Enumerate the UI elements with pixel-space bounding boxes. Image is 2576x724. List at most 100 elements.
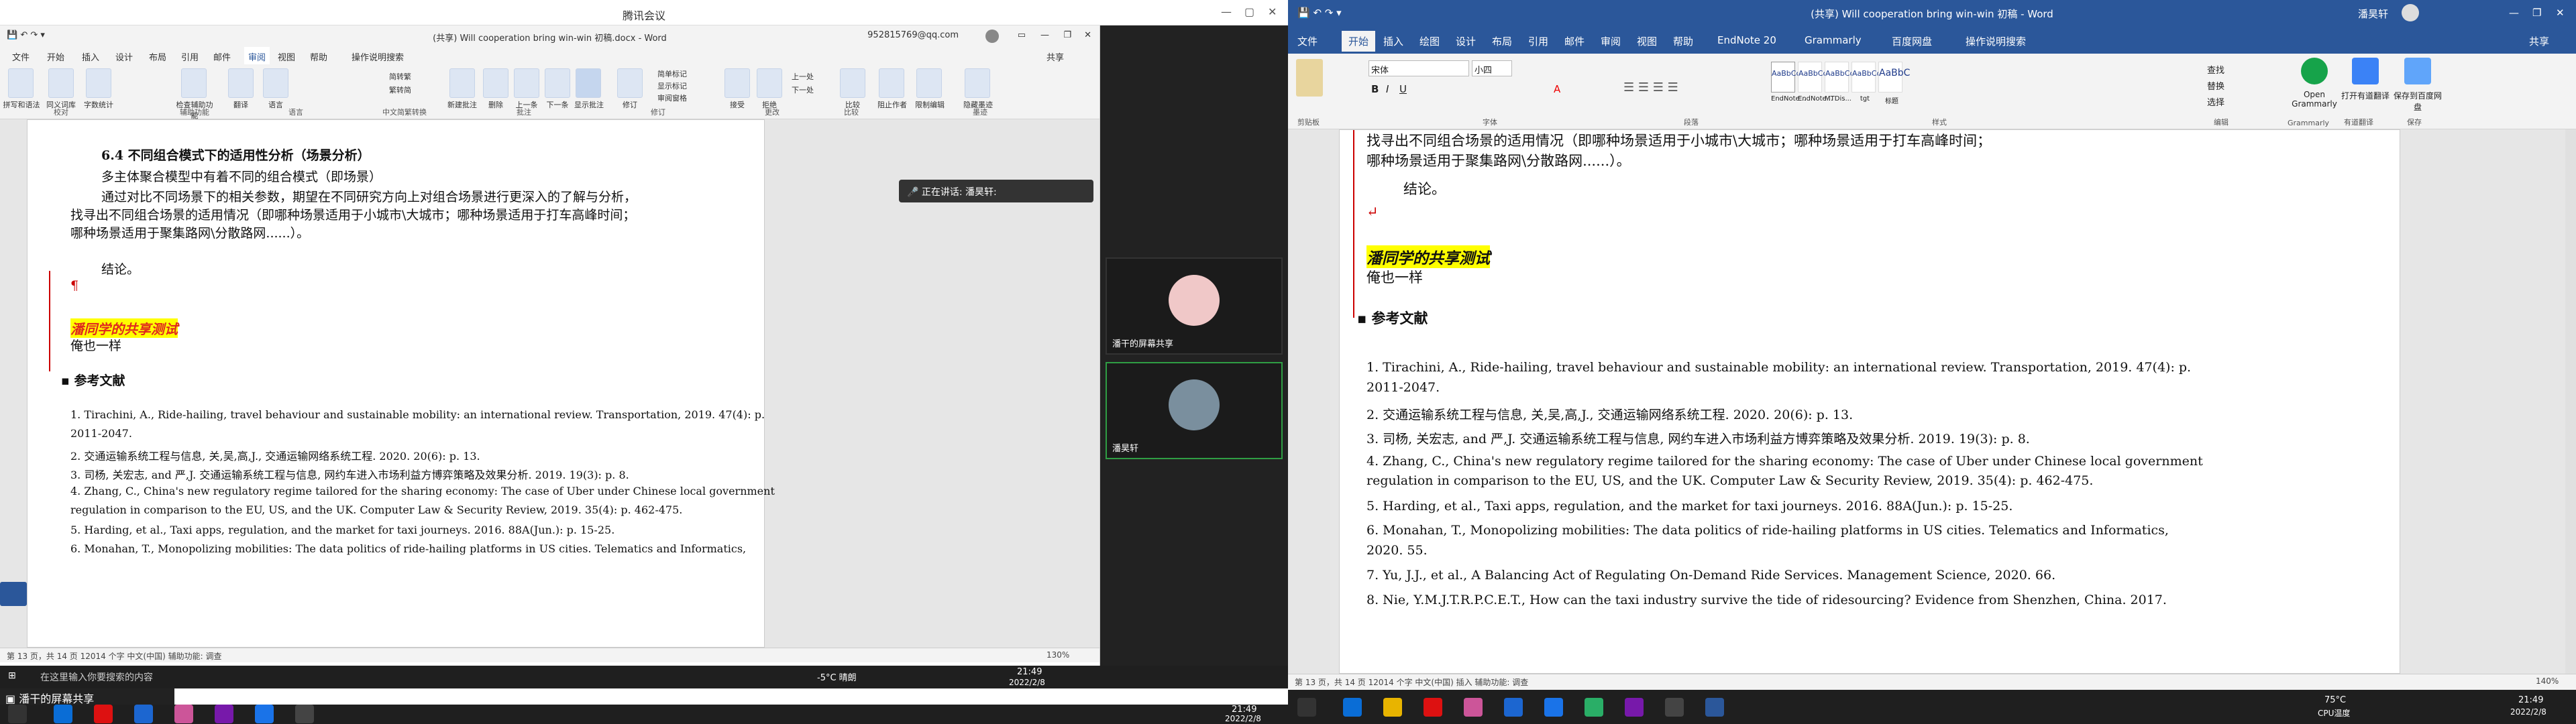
tab-file[interactable]: 文件 [1297, 34, 1318, 48]
tab-mailings[interactable]: 邮件 [1564, 34, 1585, 48]
show-markup-button[interactable]: 显示标记 [657, 80, 711, 91]
maximize-icon[interactable]: ▢ [1244, 5, 1254, 18]
app-icon[interactable] [1464, 698, 1483, 717]
windows-icon[interactable] [8, 705, 27, 723]
folder-icon[interactable] [1383, 698, 1402, 717]
meeting-icon[interactable] [1544, 698, 1563, 717]
tab-file[interactable]: 文件 [12, 50, 30, 63]
windows-icon[interactable] [1297, 698, 1316, 717]
track-changes-button[interactable] [617, 68, 643, 98]
windows-icon[interactable]: ⊞ [8, 670, 16, 681]
minimize-icon[interactable]: — [1221, 5, 1232, 18]
select-button[interactable]: 选择 [2207, 95, 2224, 108]
tab-endnote[interactable]: EndNote 20 [1717, 34, 1776, 46]
prev-comment-button[interactable] [514, 68, 539, 98]
next-comment-button[interactable] [545, 68, 570, 98]
style-gallery-item[interactable]: AaBbCcDd [1771, 62, 1811, 93]
language-button[interactable] [263, 68, 288, 98]
font-color-button[interactable]: A [1554, 83, 1560, 95]
tab-references[interactable]: 引用 [1528, 34, 1548, 48]
restrict-editing-button[interactable] [916, 68, 942, 98]
paste-button[interactable] [1296, 59, 1323, 97]
close-icon[interactable]: ✕ [2556, 7, 2565, 19]
pdf-icon[interactable] [1424, 698, 1442, 717]
pdf-icon[interactable] [94, 705, 113, 723]
cloud-icon[interactable] [2404, 58, 2431, 84]
traditional-to-simplified-button[interactable]: 繁转简 [389, 84, 429, 95]
reject-button[interactable] [757, 68, 782, 98]
tab-insert[interactable]: 插入 [82, 50, 99, 63]
open-grammarly-button[interactable]: Open Grammarly [2286, 90, 2343, 109]
share-button[interactable]: 共享 [2529, 34, 2549, 48]
previous-change-button[interactable]: 上一处 [792, 71, 832, 82]
participant-tile[interactable]: 潘昊轩 [1106, 362, 1283, 459]
tab-home[interactable]: 开始 [47, 50, 64, 63]
new-comment-button[interactable] [449, 68, 475, 98]
zoom-level[interactable]: 140% [2536, 676, 2559, 686]
compare-button[interactable] [840, 68, 865, 98]
app-icon[interactable] [1504, 698, 1523, 717]
document-page[interactable]: 6.4 不同组合模式下的适用性分析（场景分析） 多主体聚合模型中有着不同的组合模… [27, 119, 775, 648]
tell-me-search[interactable]: 操作说明搜索 [1966, 34, 2026, 48]
avatar[interactable] [2402, 4, 2419, 21]
thesaurus-button[interactable] [48, 68, 74, 98]
word-count-button[interactable] [86, 68, 111, 98]
grammarly-icon[interactable] [2301, 58, 2328, 84]
spelling-button[interactable] [8, 68, 34, 98]
find-button[interactable]: 查找 [2207, 63, 2224, 76]
delete-comment-button[interactable] [483, 68, 508, 98]
vertical-scrollbar[interactable] [2565, 129, 2576, 674]
minimize-icon[interactable]: — [1040, 30, 1049, 40]
font-size-select[interactable]: 小四 [1472, 60, 1512, 76]
style-gallery-item[interactable]: AaBbC [1878, 62, 1910, 93]
baidu-save-button[interactable]: 保存到百度网盘 [2391, 90, 2445, 113]
tab-insert[interactable]: 插入 [1383, 34, 1403, 48]
tab-draw[interactable]: 绘图 [1419, 34, 1440, 48]
hide-ink-button[interactable] [965, 68, 990, 98]
tab-mailings[interactable]: 邮件 [213, 50, 231, 63]
app-icon[interactable] [174, 705, 193, 723]
show-comments-button[interactable] [576, 68, 601, 98]
replace-button[interactable]: 替换 [2207, 79, 2224, 92]
onenote-icon[interactable] [1625, 698, 1644, 717]
onenote-icon[interactable] [215, 705, 233, 723]
style-gallery-item[interactable]: AaBbCcDd [1825, 62, 1864, 93]
search-input[interactable]: 在这里输入你要搜索的内容 [40, 670, 153, 684]
app-icon[interactable] [1665, 698, 1684, 717]
italic-button[interactable]: I [1386, 83, 1389, 95]
tab-layout[interactable]: 布局 [1492, 34, 1512, 48]
tab-design[interactable]: 设计 [1456, 34, 1476, 48]
tab-design[interactable]: 设计 [115, 50, 133, 63]
avatar[interactable] [985, 29, 999, 43]
reviewing-pane-button[interactable]: 审阅窗格 [657, 93, 711, 103]
next-change-button[interactable]: 下一处 [792, 84, 832, 95]
font-name-select[interactable]: 宋体 [1368, 60, 1469, 76]
simplified-to-traditional-button[interactable]: 简转繁 [389, 71, 429, 82]
underline-button[interactable]: U [1399, 83, 1407, 95]
share-button[interactable]: 共享 [1046, 50, 1064, 63]
accessibility-button[interactable] [181, 68, 207, 98]
edge-icon[interactable] [1343, 698, 1362, 717]
style-gallery-item[interactable]: AaBbCcDd [1798, 62, 1837, 93]
meeting-icon[interactable] [255, 705, 274, 723]
participant-tile[interactable]: 潘干的屏幕共享 [1106, 257, 1283, 355]
tab-home[interactable]: 开始 [1342, 31, 1376, 52]
word-icon[interactable] [1705, 698, 1724, 717]
tab-grammarly[interactable]: Grammarly [1805, 34, 1862, 46]
close-icon[interactable]: ✕ [1268, 5, 1277, 18]
app-icon[interactable] [134, 705, 153, 723]
accept-button[interactable] [724, 68, 750, 98]
tab-view[interactable]: 视图 [278, 50, 295, 63]
tab-baidu[interactable]: 百度网盘 [1892, 34, 1932, 48]
minimize-icon[interactable]: — [2509, 7, 2519, 19]
tell-me-search[interactable]: 操作说明搜索 [352, 50, 404, 63]
restore-icon[interactable]: ❐ [1063, 30, 1071, 40]
ribbon-display-icon[interactable]: ▭ [1018, 30, 1026, 40]
tab-layout[interactable]: 布局 [149, 50, 166, 63]
translate-icon[interactable] [2352, 58, 2379, 84]
tab-review[interactable]: 审阅 [1601, 34, 1621, 48]
close-icon[interactable]: ✕ [1084, 30, 1091, 40]
block-authors-button[interactable] [879, 68, 904, 98]
translate-button[interactable] [228, 68, 254, 98]
edge-icon[interactable] [54, 705, 72, 723]
